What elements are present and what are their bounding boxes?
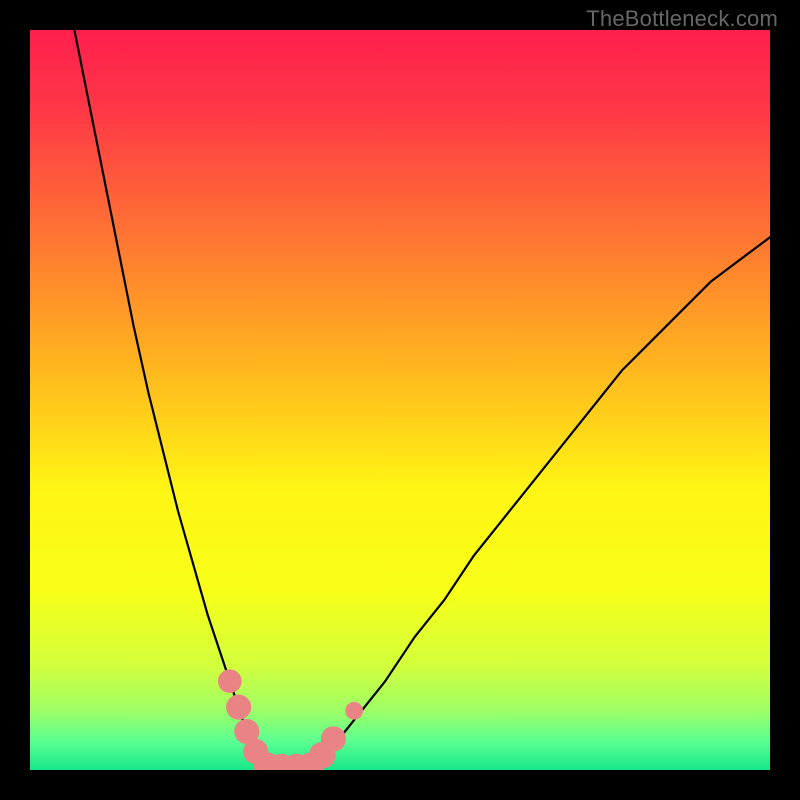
right-blob-2 [321, 726, 346, 751]
series-left-arm [74, 30, 266, 770]
right-dot [345, 702, 363, 720]
series-right-arm [311, 237, 770, 770]
chart-frame: TheBottleneck.com [0, 0, 800, 800]
left-blob-2 [226, 695, 251, 720]
curve-layer [30, 30, 770, 770]
left-blob-1 [218, 669, 242, 693]
watermark-text: TheBottleneck.com [586, 6, 778, 32]
plot-area [30, 30, 770, 770]
